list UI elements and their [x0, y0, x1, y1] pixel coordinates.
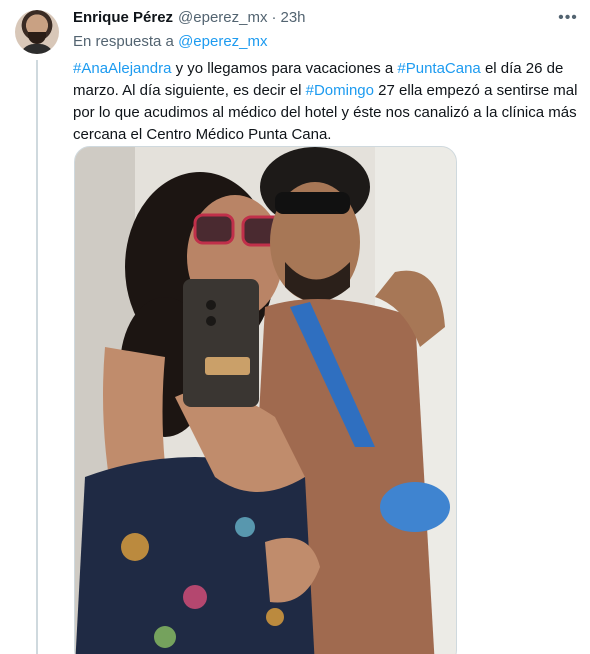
selfie-photo [75, 147, 456, 654]
tweet-header: Enrique Pérez @eperez_mx · 23h [73, 8, 578, 28]
tweet-text-segment: y yo llegamos para vacaciones a [171, 60, 398, 77]
avatar[interactable] [15, 10, 59, 54]
author-handle[interactable]: @eperez_mx [178, 8, 267, 28]
reply-prefix: En respuesta a [73, 33, 174, 50]
author-name[interactable]: Enrique Pérez [73, 8, 173, 28]
tweet[interactable]: Enrique Pérez @eperez_mx · 23h ••• En re… [0, 0, 590, 654]
reply-context: En respuesta a @eperez_mx [73, 32, 578, 52]
thread-line [36, 60, 38, 654]
hashtag-link[interactable]: #AnaAlejandra [73, 60, 171, 77]
avatar-body [20, 44, 54, 54]
tweet-content: Enrique Pérez @eperez_mx · 23h ••• En re… [73, 8, 578, 146]
reply-mention-link[interactable]: @eperez_mx [178, 33, 267, 50]
avatar-beard [28, 32, 46, 44]
tweet-text: #AnaAlejandra y yo llegamos para vacacio… [73, 58, 578, 146]
tweet-timestamp[interactable]: 23h [280, 8, 305, 28]
header-separator: · [271, 9, 277, 26]
hashtag-link[interactable]: #PuntaCana [397, 60, 480, 77]
avatar-column [15, 10, 59, 54]
hashtag-link[interactable]: #Domingo [306, 82, 374, 99]
more-horizontal-icon[interactable]: ••• [558, 8, 578, 28]
tweet-photo[interactable] [74, 146, 457, 654]
